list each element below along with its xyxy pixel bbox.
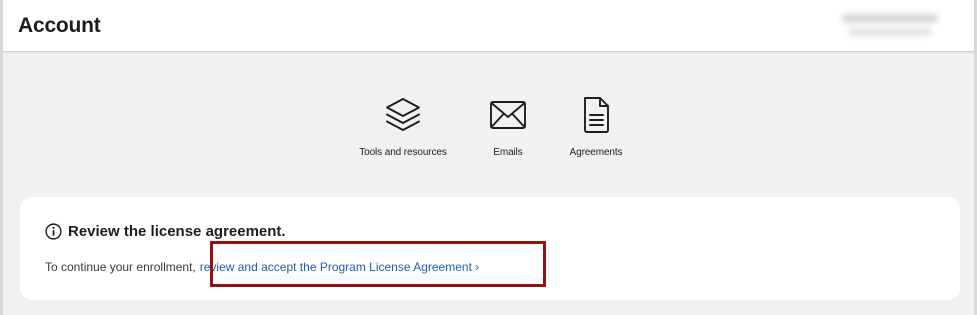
emails-label: Emails — [493, 147, 523, 158]
notice-body-text: To continue your enrollment, — [45, 260, 196, 274]
document-icon — [584, 97, 609, 133]
notice-title: Review the license agreement. — [68, 223, 286, 240]
info-icon — [45, 223, 62, 240]
quick-links: Tools and resources Emails Agreements — [3, 95, 974, 165]
tools-and-resources-label: Tools and resources — [359, 147, 447, 158]
notice-title-row: Review the license agreement. — [45, 223, 286, 240]
header-bar: Account — [3, 0, 974, 52]
notice-body: To continue your enrollment, review and a… — [45, 260, 479, 274]
layers-icon — [386, 98, 420, 131]
user-menu-redacted[interactable] — [834, 11, 946, 41]
emails-link[interactable]: Emails — [483, 95, 533, 161]
page-title: Account — [18, 14, 101, 37]
license-notice-card: Review the license agreement. To continu… — [20, 197, 960, 300]
agreements-label: Agreements — [569, 147, 623, 158]
account-page: Account Tools and resources Emails Agree… — [0, 0, 977, 315]
tools-and-resources-link[interactable]: Tools and resources — [353, 95, 453, 161]
accept-license-agreement-link[interactable]: review and accept the Program License Ag… — [200, 260, 479, 274]
agreements-link[interactable]: Agreements — [563, 95, 629, 161]
envelope-icon — [490, 101, 526, 129]
